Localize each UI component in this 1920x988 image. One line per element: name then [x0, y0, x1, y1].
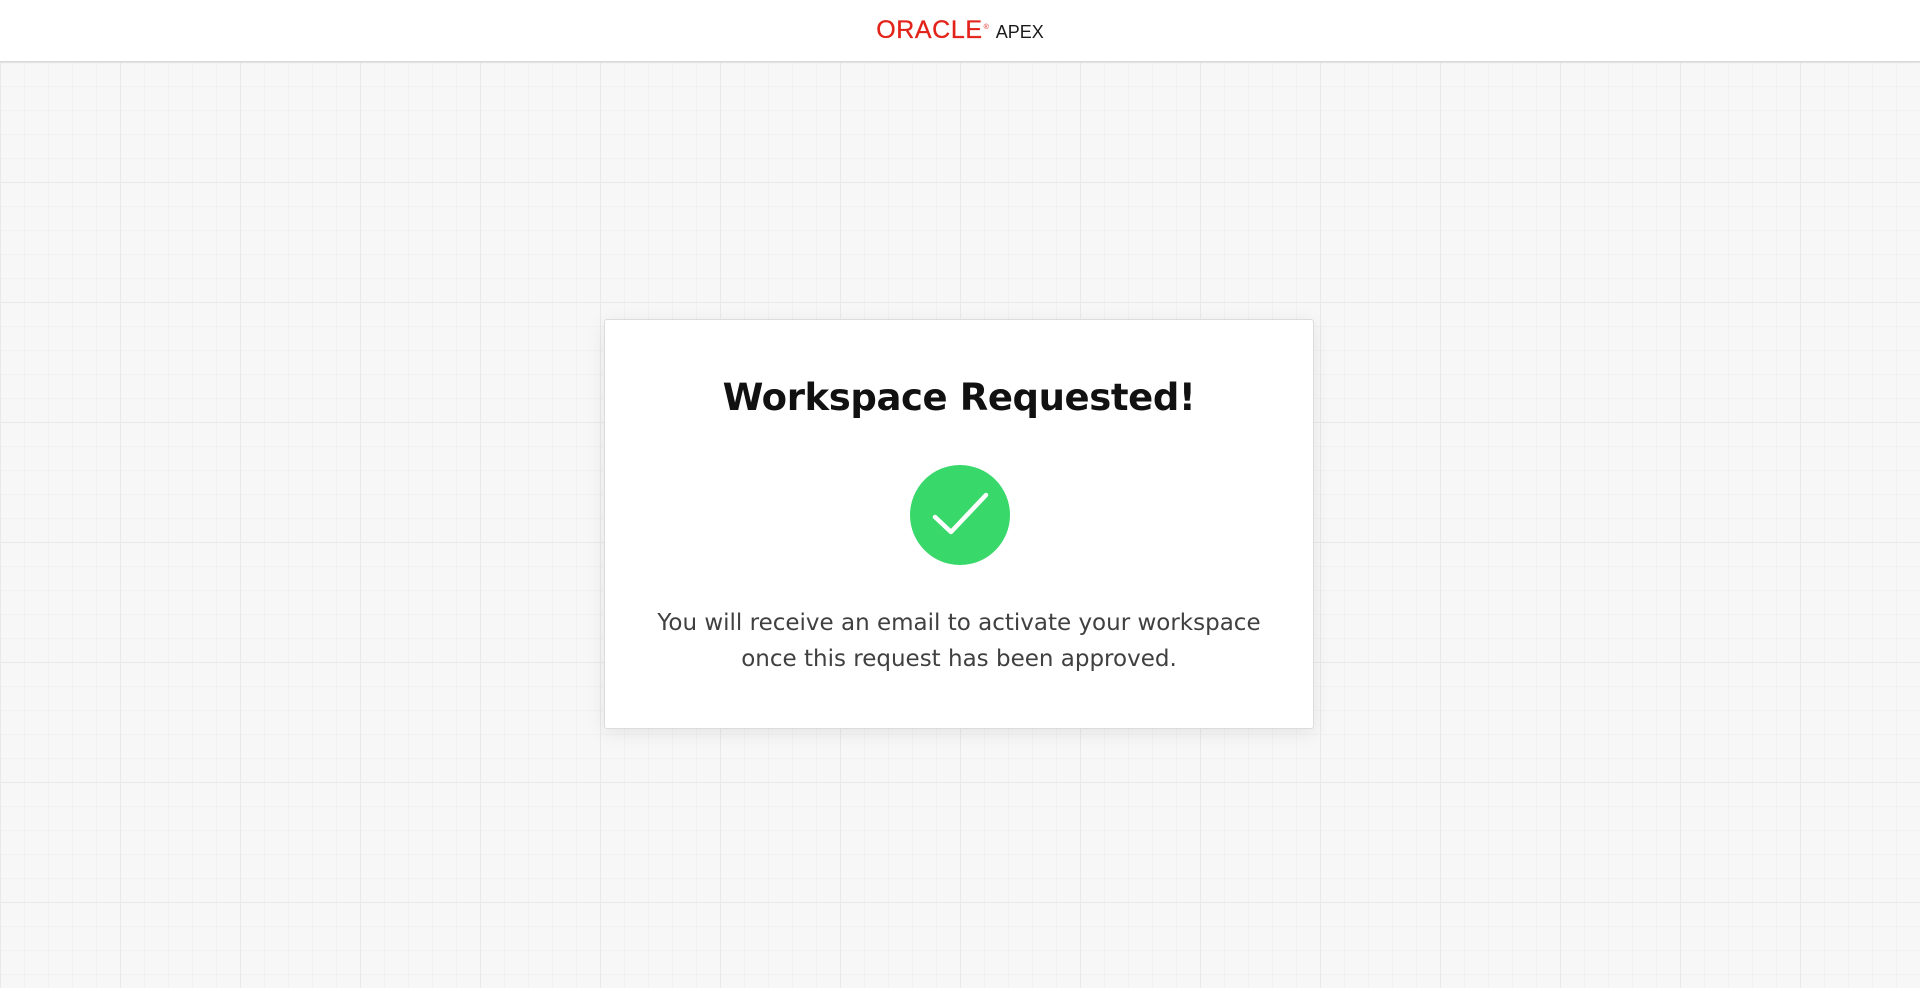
confirmation-card: Workspace Requested! You will receive an…: [604, 319, 1314, 729]
confirmation-message: You will receive an email to activate yo…: [645, 605, 1273, 677]
logo-registered-mark: ®: [983, 24, 989, 31]
page: { "header": { "logo_brand": "ORACLE", "l…: [0, 0, 1920, 988]
logo-product: APEX: [995, 22, 1044, 42]
oracle-apex-logo[interactable]: ORACLE ® APEX: [876, 16, 1044, 44]
card-title: Workspace Requested!: [722, 376, 1196, 419]
top-bar: ORACLE ® APEX: [0, 0, 1920, 62]
checkmark-icon: [932, 492, 989, 535]
logo-brand: ORACLE: [876, 16, 983, 44]
message-line-1: You will receive an email to activate yo…: [657, 610, 1261, 636]
check-circle-icon: [910, 465, 1010, 565]
message-line-2: once this request has been approved.: [741, 646, 1177, 672]
